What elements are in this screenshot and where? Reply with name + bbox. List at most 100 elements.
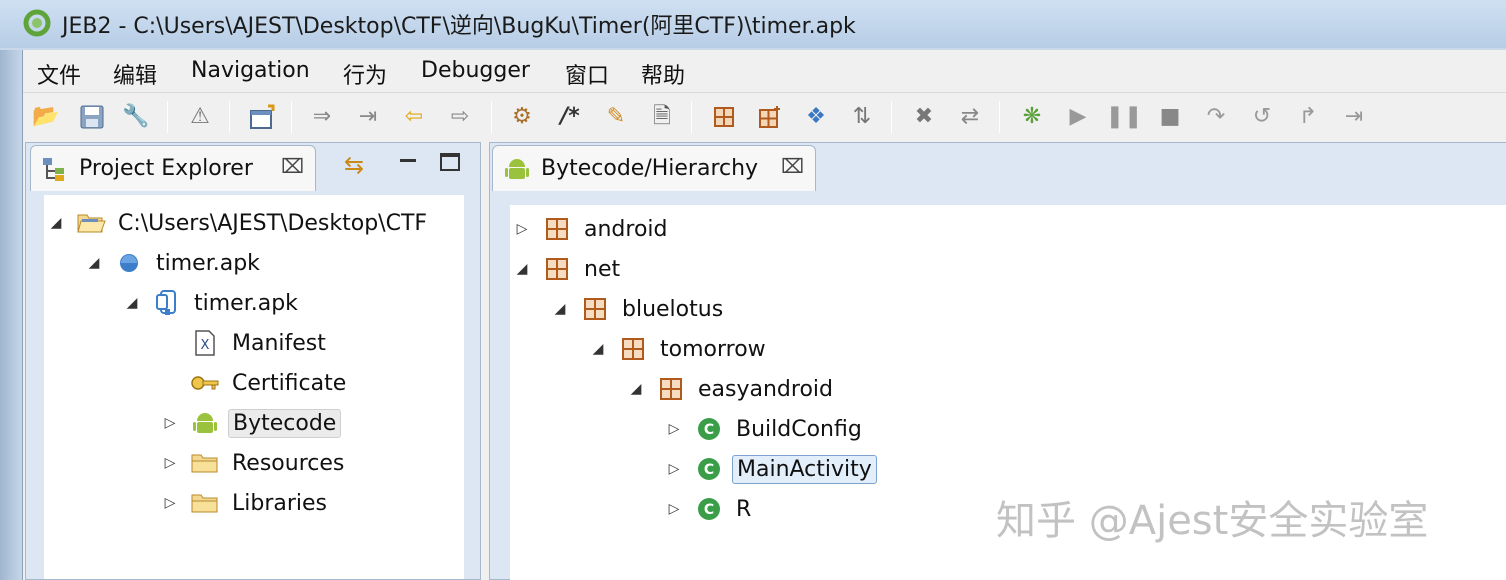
run-to-icon[interactable]: ↱ bbox=[1293, 102, 1323, 132]
forward-arrow-icon[interactable]: ⇨ bbox=[445, 102, 475, 132]
menu-bar: 文件 编辑 Navigation 行为 Debugger 窗口 帮助 bbox=[23, 54, 1506, 92]
project-explorer-panel: Project Explorer ⌧ ⇆ ◢ C:\Users\AJEST\Des… bbox=[25, 142, 481, 580]
link-editor-icon[interactable]: ⇆ bbox=[344, 151, 364, 179]
tree-item-label: Manifest bbox=[232, 330, 326, 356]
toolbar-separator bbox=[229, 101, 230, 133]
menu-help[interactable]: 帮助 bbox=[641, 58, 685, 90]
close-icon[interactable]: ⌧ bbox=[781, 154, 804, 178]
collapsed-toggle-icon[interactable]: ▷ bbox=[664, 501, 684, 517]
minimize-icon[interactable] bbox=[398, 151, 418, 171]
menu-debugger[interactable]: Debugger bbox=[421, 58, 530, 83]
step-back-icon[interactable]: ⇥ bbox=[353, 102, 383, 132]
expanded-toggle-icon[interactable]: ◢ bbox=[626, 381, 646, 397]
expanded-toggle-icon[interactable]: ◢ bbox=[46, 215, 66, 231]
toolbar-separator bbox=[491, 101, 492, 133]
expanded-toggle-icon[interactable]: ◢ bbox=[122, 295, 142, 311]
tree-item-label: timer.apk bbox=[194, 290, 298, 316]
pencil-icon[interactable]: ✎ bbox=[601, 102, 631, 132]
tree-row[interactable]: ▷ android bbox=[512, 211, 672, 247]
toolbar-separator bbox=[167, 101, 168, 133]
tree-row[interactable]: ▷ Libraries bbox=[160, 485, 331, 521]
tree-row[interactable]: ◢ bluelotus bbox=[550, 291, 727, 327]
toolbar-separator bbox=[291, 101, 292, 133]
warning-icon[interactable]: ⚠ bbox=[185, 102, 215, 132]
document-icon[interactable]: 🗎 bbox=[647, 102, 677, 132]
gears-icon[interactable]: ⚙ bbox=[507, 102, 537, 132]
tree-row[interactable]: ▷ Bytecode bbox=[160, 405, 342, 441]
svg-text:C: C bbox=[704, 462, 714, 478]
desktop-edge bbox=[0, 50, 22, 580]
menu-navigation[interactable]: Navigation bbox=[191, 58, 310, 83]
collapsed-toggle-icon[interactable]: ▷ bbox=[664, 461, 684, 477]
debug-bug-icon[interactable]: ❋ bbox=[1017, 102, 1047, 132]
tab-label: Project Explorer bbox=[79, 156, 253, 181]
step-return-icon[interactable]: ↺ bbox=[1247, 102, 1277, 132]
package-add-icon[interactable] bbox=[755, 102, 785, 132]
stop-icon[interactable]: ■ bbox=[1155, 102, 1185, 132]
key-icon bbox=[190, 369, 220, 397]
tree-item-label: android bbox=[584, 216, 668, 242]
window-title: JEB2 - C:\Users\AJEST\Desktop\CTF\逆向\Bug… bbox=[62, 14, 856, 39]
delete-icon[interactable]: ✖ bbox=[909, 102, 939, 132]
apk-file-icon bbox=[152, 289, 182, 317]
collapsed-toggle-icon[interactable]: ▷ bbox=[160, 415, 180, 431]
tree-item-label: BuildConfig bbox=[736, 416, 862, 442]
tree-row[interactable]: ◢ C:\Users\AJEST\Desktop\CTF bbox=[46, 205, 431, 241]
tree-item-label: bluelotus bbox=[622, 296, 724, 322]
tree-row[interactable]: ◢ timer.apk bbox=[122, 285, 302, 321]
export-icon[interactable] bbox=[247, 102, 277, 132]
tree-row[interactable]: ▷ C MainActivity bbox=[664, 451, 877, 487]
back-arrow-icon[interactable]: ⇦ bbox=[399, 102, 429, 132]
tab-bytecode-hierarchy[interactable]: Bytecode/Hierarchy ⌧ bbox=[492, 145, 816, 191]
menu-edit[interactable]: 编辑 bbox=[113, 58, 157, 90]
android-icon bbox=[505, 159, 529, 179]
step-end-icon[interactable]: ⇥ bbox=[1339, 102, 1369, 132]
maximize-icon[interactable] bbox=[440, 153, 460, 171]
tree-row[interactable]: Certificate bbox=[160, 365, 350, 401]
tree-row[interactable]: ◢ timer.apk bbox=[84, 245, 264, 281]
tree-icon[interactable]: ⇅ bbox=[847, 102, 877, 132]
watermark: 知乎 @Ajest安全实验室 bbox=[996, 498, 1429, 544]
collapsed-toggle-icon[interactable]: ▷ bbox=[160, 495, 180, 511]
svg-text:C: C bbox=[704, 422, 714, 438]
collapsed-toggle-icon[interactable]: ▷ bbox=[664, 421, 684, 437]
expanded-toggle-icon[interactable]: ◢ bbox=[84, 255, 104, 271]
wrench-icon[interactable]: 🔧 bbox=[121, 102, 151, 132]
pause-icon[interactable]: ❚❚ bbox=[1106, 102, 1143, 132]
move-icon[interactable]: ❖ bbox=[801, 102, 831, 132]
menu-action[interactable]: 行为 bbox=[343, 58, 387, 90]
tree-row[interactable]: ◢ easyandroid bbox=[626, 371, 837, 407]
tree-row[interactable]: ▷ C BuildConfig bbox=[664, 411, 866, 447]
expanded-toggle-icon[interactable]: ◢ bbox=[550, 301, 570, 317]
toolbar: 📂 🔧 ⚠ ⇒ ⇥ ⇦ ⇨ ⚙ /* ✎ 🗎 ❖ ⇅ ✖ ⇄ ❋ ▶ ❚❚ ■ … bbox=[23, 92, 1506, 138]
collapsed-toggle-icon[interactable]: ▷ bbox=[512, 221, 532, 237]
collapsed-toggle-icon[interactable]: ▷ bbox=[160, 455, 180, 471]
toolbar-separator bbox=[999, 101, 1000, 133]
menu-file[interactable]: 文件 bbox=[37, 58, 81, 90]
close-icon[interactable]: ⌧ bbox=[281, 154, 304, 178]
tree-item-label: net bbox=[584, 256, 621, 282]
folder-open-icon bbox=[76, 209, 106, 237]
tree-item-label: R bbox=[736, 496, 752, 522]
save-icon[interactable] bbox=[77, 102, 107, 132]
menu-window[interactable]: 窗口 bbox=[565, 58, 609, 90]
tree-row[interactable]: ▷ Resources bbox=[160, 445, 348, 481]
expanded-toggle-icon[interactable]: ◢ bbox=[512, 261, 532, 277]
tree-row[interactable]: ▷ C R bbox=[664, 491, 755, 527]
comment-icon[interactable]: /* bbox=[555, 102, 585, 132]
tree-row[interactable]: X Manifest bbox=[160, 325, 330, 361]
xml-file-icon: X bbox=[190, 329, 220, 357]
step-over-icon[interactable]: ↷ bbox=[1201, 102, 1231, 132]
refresh-icon[interactable]: ⇄ bbox=[955, 102, 985, 132]
open-folder-icon[interactable]: 📂 bbox=[31, 102, 61, 132]
step-into-icon[interactable]: ⇒ bbox=[307, 102, 337, 132]
tree-row[interactable]: ◢ tomorrow bbox=[588, 331, 770, 367]
resume-icon[interactable]: ▶ bbox=[1063, 102, 1093, 132]
tab-project-explorer[interactable]: Project Explorer ⌧ bbox=[30, 145, 316, 191]
expanded-toggle-icon[interactable]: ◢ bbox=[588, 341, 608, 357]
title-bar: JEB2 - C:\Users\AJEST\Desktop\CTF\逆向\Bug… bbox=[0, 0, 1506, 48]
class-icon: C bbox=[694, 495, 724, 523]
package-grid-icon[interactable] bbox=[709, 102, 739, 132]
tree-row[interactable]: ◢ net bbox=[512, 251, 624, 287]
tree-item-label: Libraries bbox=[232, 490, 328, 516]
